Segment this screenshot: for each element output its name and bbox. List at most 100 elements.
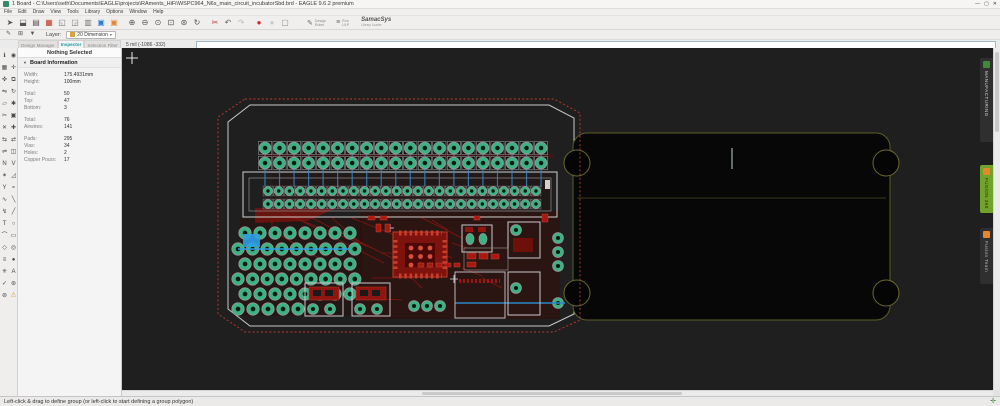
tool-rotate-icon[interactable]: ↻ [9,86,18,98]
export-image-icon[interactable]: ▦ [43,17,55,29]
fusion-360-tab[interactable]: FUSION 360 [980,165,993,213]
print-icon[interactable]: ▤ [30,17,42,29]
menu-help[interactable]: Help [153,9,163,15]
tool-route-icon[interactable]: ╲ [9,194,18,206]
minimize-button[interactable]: — [975,0,980,8]
grid-settings-icon[interactable]: ✎ [4,30,13,39]
tool-add-icon[interactable]: ✚ [9,122,18,134]
tool-drc-icon[interactable]: ⊛ [9,278,18,290]
tool-split-icon[interactable]: Y [0,182,9,194]
zoom-out-icon[interactable]: ⊖ [139,17,151,29]
window-title: 1 Board - C:\Users\seth\Documents\EAGLE\… [12,1,354,7]
inspector-header: Nothing Selected [18,48,121,58]
maximize-button[interactable]: ▢ [984,0,989,8]
board-canvas[interactable]: MANUFACTURING FUSION 360 Fusion Team [122,48,1000,396]
layer-orange-icon[interactable]: ▣ [108,17,120,29]
tool-text-icon[interactable]: T [0,218,9,230]
tool-mark-icon[interactable]: ✛ [9,62,18,74]
tool-ripup-icon[interactable]: ↯ [0,206,9,218]
menu-options[interactable]: Options [106,9,123,15]
tool-move-icon[interactable]: ✜ [0,74,9,86]
layer-selected: 20 Dimension [77,32,108,38]
zoom-fit-icon[interactable]: ⊙ [152,17,164,29]
tool-ratsnest-icon[interactable]: ✳ [0,266,9,278]
save-icon[interactable]: ⬓ [17,17,29,29]
main-toolbar: ➤⬓▤▦◱◲▥▣▣⊕⊖⊙⊡⊛↻✂↶↷●●▢✎DesignRules≡RunULP… [0,15,1000,30]
tool-copy-icon[interactable]: ⧉ [9,74,18,86]
tool-optimize-icon[interactable]: ≈ [9,182,18,194]
inspector-panel: Nothing Selected ▼ Board Information Wid… [18,48,122,396]
tool-name-icon[interactable]: N [0,158,9,170]
zoom-in-icon[interactable]: ⊕ [126,17,138,29]
tool-delete-icon[interactable]: ✕ [0,122,9,134]
grid-icon[interactable]: ⊞ [16,30,25,39]
tool-autorouter-icon[interactable]: A [9,266,18,278]
menu-edit[interactable]: Edit [18,9,27,15]
tool-miter-icon[interactable]: ◿ [9,170,18,182]
tool-rectangle-icon[interactable]: ▭ [9,230,18,242]
layer-toolbar: ✎⊞▼ Layer: 20 Dimension ▾ [0,30,1000,40]
stop-icon[interactable]: ● [253,17,265,29]
menu-window[interactable]: Window [129,9,147,15]
menu-file[interactable]: File [4,9,12,15]
refresh-icon[interactable]: ↻ [191,17,203,29]
tool-lock-icon[interactable]: ◫ [9,146,18,158]
tool-errors-icon[interactable]: ⚠ [9,290,18,302]
tool-group-icon[interactable]: ▱ [0,98,9,110]
tool-value-icon[interactable]: V [9,158,18,170]
tool-paste-icon[interactable]: ▣ [9,110,18,122]
redo-icon[interactable]: ↷ [235,17,247,29]
vertical-scrollbar[interactable] [993,48,1000,390]
status-text: Left-click & drag to define group (or le… [4,399,193,405]
board-information-section[interactable]: ▼ Board Information [18,58,121,68]
close-button[interactable]: ✕ [993,0,997,8]
layer-blue-icon[interactable]: ▣ [95,17,107,29]
filter-icon[interactable]: ▼ [28,30,37,39]
tool-smash-icon[interactable]: ✶ [0,170,9,182]
samacsys-logo[interactable]: SamacSysLibrary Loader [361,18,391,28]
tool-info-icon[interactable]: ℹ [0,50,9,62]
run-ulp-button[interactable]: ≡RunULP [336,19,349,27]
go-icon[interactable]: ● [266,17,278,29]
tool-meander-icon[interactable]: ∿ [0,194,9,206]
switch-board-icon[interactable]: ◲ [69,17,81,29]
layer-dropdown[interactable]: 20 Dimension ▾ [66,31,116,39]
manufacturing-tab[interactable]: MANUFACTURING [980,58,993,142]
tool-pinswap-icon[interactable]: ⇆ [0,134,9,146]
tool-show-icon[interactable]: ◉ [9,50,18,62]
tool-circle-icon[interactable]: ○ [9,218,18,230]
frame-icon[interactable]: ▢ [279,17,291,29]
tool-wire-icon[interactable]: ╱ [9,206,18,218]
menu-library[interactable]: Library [85,9,100,15]
menu-view[interactable]: View [50,9,61,15]
undo-icon[interactable]: ↶ [222,17,234,29]
menu-draw[interactable]: Draw [33,9,45,15]
menu-tools[interactable]: Tools [67,9,79,15]
tool-mirror-icon[interactable]: ⇋ [0,86,9,98]
tool-polygon-icon[interactable]: ◇ [0,242,9,254]
fusion-team-tab-icon [983,231,990,238]
tool-signal-icon[interactable]: ≡ [0,254,9,266]
tool-erc-icon[interactable]: ✓ [0,278,9,290]
tool-replace-icon[interactable]: ⇄ [9,134,18,146]
tool-drill-legend-icon[interactable]: ⊚ [0,290,9,302]
tool-cut-icon[interactable]: ✂ [0,110,9,122]
pcb-drawing [122,48,993,384]
zoom-select-icon[interactable]: ⊡ [165,17,177,29]
scissors-icon[interactable]: ✂ [209,17,221,29]
tool-display-icon[interactable]: ▦ [0,62,9,74]
zoom-redraw-icon[interactable]: ⊛ [178,17,190,29]
design-rules-button[interactable]: ✎DesignRules [307,19,326,27]
sheet-icon[interactable]: ▥ [82,17,94,29]
tool-gateswap-icon[interactable]: ⇌ [0,146,9,158]
chevron-down-icon: ▾ [110,32,112,37]
run-ulp-button-icon: ≡ [336,19,340,26]
open-icon[interactable]: ➤ [4,17,16,29]
tool-change-icon[interactable]: ✱ [9,98,18,110]
cam-processor-icon[interactable]: ◱ [56,17,68,29]
fusion-team-tab[interactable]: Fusion Team [980,228,993,284]
tool-via-icon[interactable]: ◎ [9,242,18,254]
tool-hole-icon[interactable]: ● [9,254,18,266]
tool-arc-icon[interactable]: ⌒ [0,230,9,242]
fusion-team-tab-label: Fusion Team [984,241,989,272]
